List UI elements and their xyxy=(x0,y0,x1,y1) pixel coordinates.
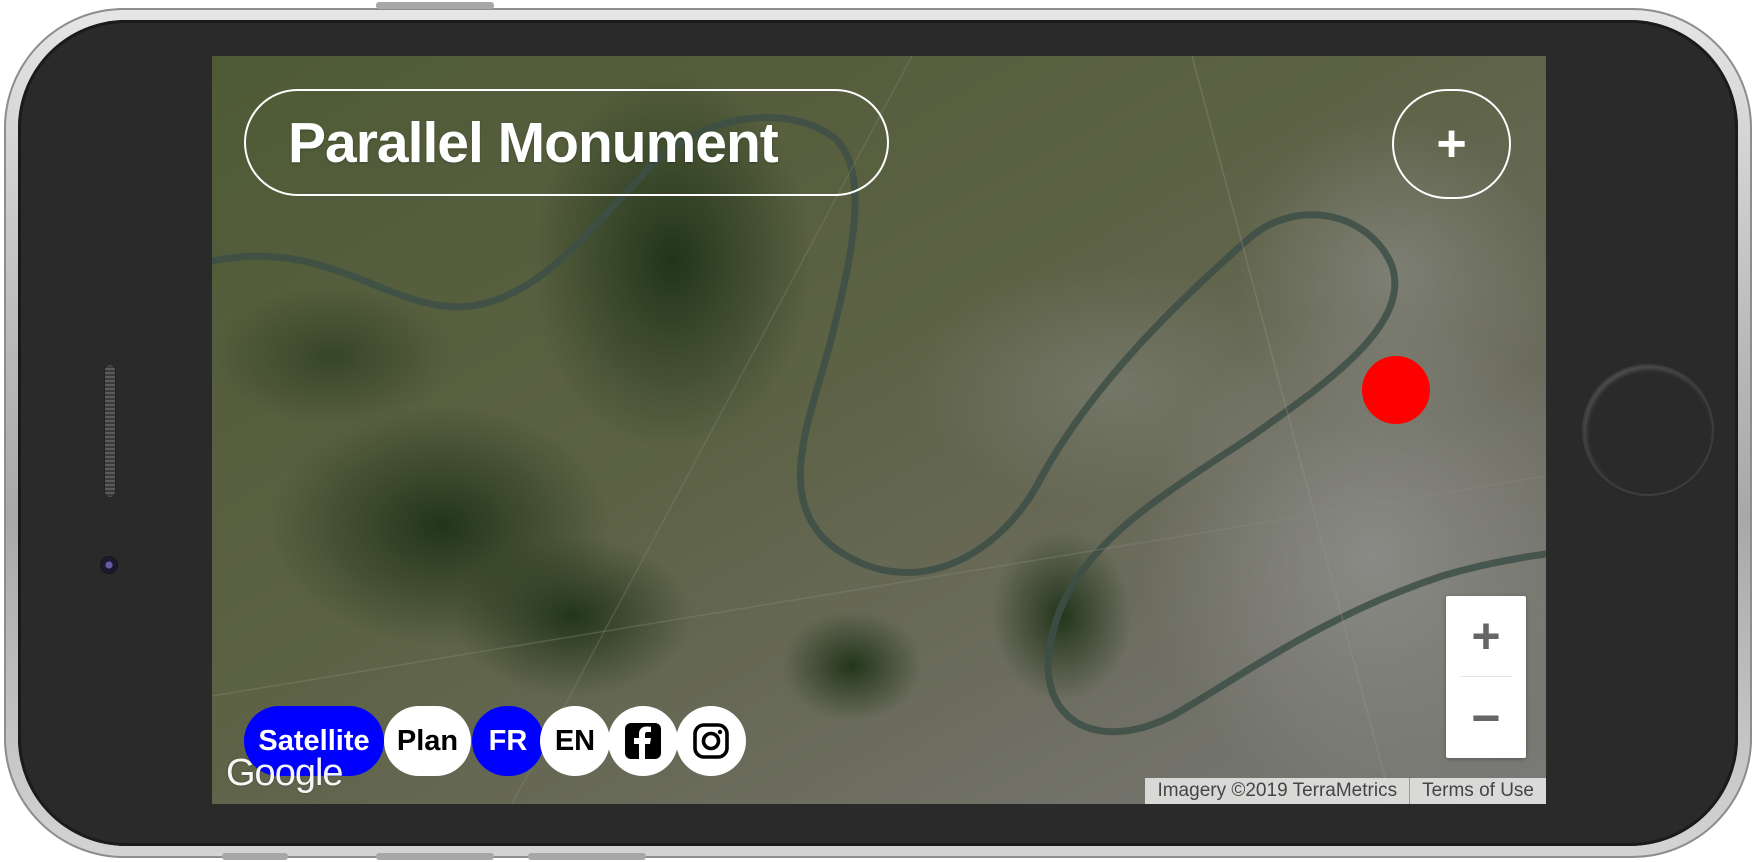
language-en-button[interactable]: EN xyxy=(540,706,610,776)
phone-side-button-3 xyxy=(376,853,494,860)
map-marker[interactable] xyxy=(1362,356,1430,424)
language-fr-label: FR xyxy=(488,724,528,757)
home-button[interactable] xyxy=(1582,364,1714,496)
plus-icon: + xyxy=(1436,115,1467,173)
language-en-label: EN xyxy=(554,724,596,757)
zoom-out-icon: − xyxy=(1471,690,1501,746)
urban-area xyxy=(912,266,1312,506)
zoom-in-button[interactable]: + xyxy=(1446,596,1526,676)
phone-side-button-2 xyxy=(222,853,288,860)
map-attribution-bar: Imagery ©2019 TerraMetrics Terms of Use xyxy=(1145,778,1546,804)
terms-of-use-link[interactable]: Terms of Use xyxy=(1410,780,1546,802)
zoom-out-button[interactable]: − xyxy=(1446,678,1526,758)
title-pill[interactable]: Parallel Monument xyxy=(244,89,889,196)
phone-camera xyxy=(100,556,118,574)
forest-area xyxy=(452,536,692,696)
google-logo[interactable]: Google xyxy=(226,752,344,795)
plan-label: Plan xyxy=(396,724,459,757)
instagram-icon xyxy=(693,723,729,759)
map-screen[interactable]: Parallel Monument + + − Satellite Plan F… xyxy=(212,56,1546,804)
plan-button[interactable]: Plan xyxy=(384,706,471,776)
facebook-icon xyxy=(625,723,661,759)
add-button[interactable]: + xyxy=(1392,89,1511,199)
phone-speaker xyxy=(104,364,116,498)
instagram-button[interactable] xyxy=(676,706,746,776)
imagery-attribution: Imagery ©2019 TerraMetrics xyxy=(1157,780,1398,801)
forest-area xyxy=(212,286,452,426)
zoom-in-icon: + xyxy=(1471,608,1501,664)
zoom-control: + − xyxy=(1446,596,1526,758)
forest-area xyxy=(782,611,922,721)
zoom-divider xyxy=(1460,676,1512,677)
phone-side-button-1 xyxy=(376,2,494,9)
language-fr-button[interactable]: FR xyxy=(472,706,544,776)
page-title: Parallel Monument xyxy=(288,110,779,175)
facebook-button[interactable] xyxy=(608,706,678,776)
phone-side-button-4 xyxy=(528,853,646,860)
